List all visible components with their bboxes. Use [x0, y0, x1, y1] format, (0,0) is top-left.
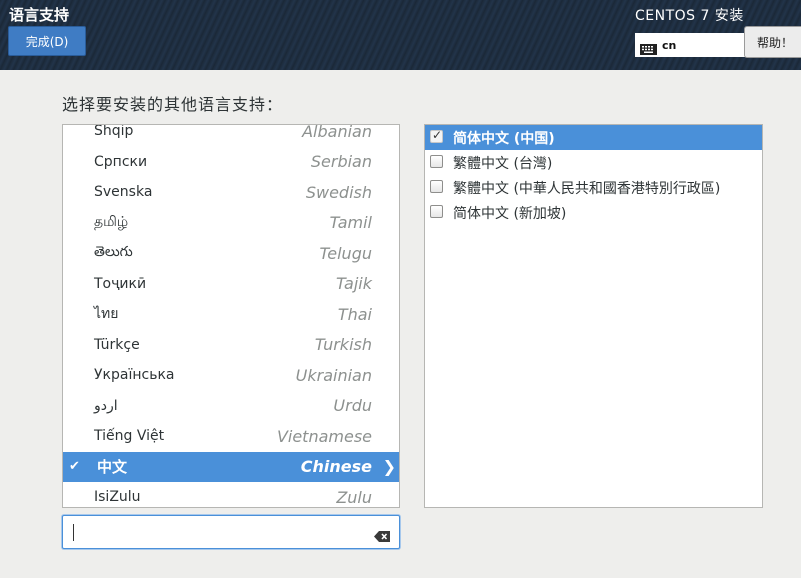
- language-english-name: Tajik: [335, 274, 372, 294]
- language-row[interactable]: Shqip Albanian: [63, 124, 399, 147]
- locale-row[interactable]: 简体中文 (新加坡): [425, 200, 762, 225]
- language-english-name: Vietnamese: [276, 426, 372, 446]
- language-native-name: Türkçe: [94, 336, 140, 353]
- locale-label: 繁體中文 (中華人民共和國香港特別行政區): [453, 180, 721, 197]
- locale-checkbox[interactable]: ✓: [430, 128, 443, 143]
- locale-row[interactable]: 繁體中文 (台灣): [425, 150, 762, 175]
- locale-label: 简体中文 (新加坡): [453, 205, 567, 222]
- language-list[interactable]: Shqip Albanian Српски Serbian Svenska Swedish…: [62, 124, 400, 508]
- language-english-name: Ukrainian: [295, 365, 372, 385]
- check-icon: ✓: [432, 128, 443, 142]
- language-english-name: Zulu: [336, 487, 372, 507]
- language-list-rows: Shqip Albanian Српски Serbian Svenska Swedish…: [63, 124, 399, 507]
- language-row[interactable]: Српски Serbian: [63, 147, 399, 178]
- language-english-name: Tamil: [329, 213, 372, 233]
- text-caret: [73, 524, 74, 541]
- language-native-name: தமிழ்: [94, 213, 129, 230]
- locale-checkbox[interactable]: [430, 180, 443, 193]
- language-row[interactable]: தமிழ் Tamil: [63, 208, 399, 239]
- language-row[interactable]: IsiZulu Zulu: [63, 482, 399, 507]
- language-row[interactable]: Tiếng Việt Vietnamese: [63, 421, 399, 452]
- language-native-name: Tiếng Việt: [94, 428, 165, 445]
- language-native-name: ไทย: [94, 306, 119, 323]
- language-native-name: Српски: [94, 153, 148, 170]
- keyboard-icon: [640, 40, 657, 55]
- language-search-input[interactable]: [62, 515, 400, 549]
- locale-label: 简体中文 (中国): [453, 130, 555, 147]
- language-row[interactable]: ✔ 中文 Chinese ❯: [63, 451, 399, 482]
- language-row[interactable]: ไทย Thai: [63, 299, 399, 330]
- language-row[interactable]: తెలుగు Telugu: [63, 238, 399, 269]
- language-english-name: Turkish: [314, 335, 372, 355]
- language-row[interactable]: اردو Urdu: [63, 391, 399, 422]
- header-bar: 语言支持 完成(D) CENTOS 7 安装 cn 帮助！: [0, 0, 801, 70]
- keyboard-layout-label: cn: [662, 38, 677, 52]
- locale-list: ✓ 简体中文 (中国) 繁體中文 (台灣) 繁體中文 (中華人民共和國香港特別行政區)…: [424, 124, 763, 508]
- locale-row[interactable]: ✓ 简体中文 (中国): [425, 125, 762, 150]
- language-english-name: Albanian: [302, 124, 372, 141]
- locale-row[interactable]: 繁體中文 (中華人民共和國香港特別行政區): [425, 175, 762, 200]
- product-title: CENTOS 7 安装: [635, 8, 744, 24]
- language-row[interactable]: Українська Ukrainian: [63, 360, 399, 391]
- chevron-right-icon: ❯: [382, 457, 396, 477]
- language-english-name: Urdu: [333, 396, 372, 416]
- language-prompt: 选择要安装的其他语言支持：: [62, 95, 284, 114]
- language-row[interactable]: Тоҷикӣ Tajik: [63, 269, 399, 300]
- language-row[interactable]: Svenska Swedish: [63, 177, 399, 208]
- done-button[interactable]: 完成(D): [8, 26, 86, 56]
- language-native-name: Svenska: [94, 184, 153, 201]
- language-native-name: Shqip: [94, 124, 134, 140]
- language-native-name: اردو: [94, 397, 118, 414]
- help-button[interactable]: 帮助！: [744, 26, 801, 58]
- language-english-name: Swedish: [305, 182, 372, 202]
- keyboard-layout-indicator[interactable]: cn: [635, 33, 745, 57]
- language-native-name: తెలుగు: [94, 243, 133, 260]
- language-english-name: Thai: [337, 304, 372, 324]
- language-native-name: Тоҷикӣ: [94, 275, 147, 292]
- language-english-name: Telugu: [319, 243, 372, 263]
- language-english-name: Chinese: [300, 457, 372, 477]
- clear-text-icon[interactable]: [374, 527, 390, 542]
- language-native-name: Українська: [94, 367, 175, 384]
- page-title: 语言支持: [9, 6, 70, 24]
- locale-label: 繁體中文 (台灣): [453, 155, 553, 172]
- language-native-name: 中文: [97, 458, 128, 477]
- locale-checkbox[interactable]: [430, 205, 443, 218]
- selected-check-icon: ✔: [69, 459, 80, 475]
- locale-checkbox[interactable]: [430, 155, 443, 168]
- language-row[interactable]: Türkçe Turkish: [63, 330, 399, 361]
- language-native-name: IsiZulu: [94, 489, 141, 506]
- language-english-name: Serbian: [310, 152, 372, 172]
